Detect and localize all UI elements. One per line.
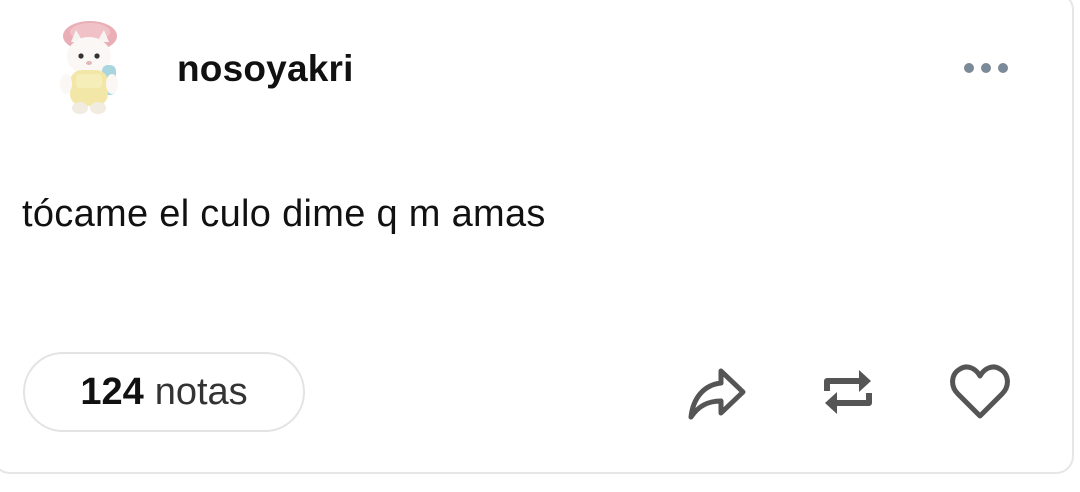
reblog-button[interactable] — [814, 358, 882, 426]
heart-icon — [950, 364, 1010, 419]
share-arrow-icon — [688, 368, 746, 420]
post-card: nosoyakri tócame el culo dime q m amas 1… — [0, 0, 1074, 474]
more-dots-icon — [964, 63, 1008, 73]
like-button[interactable] — [946, 358, 1014, 426]
cat-plush-icon — [60, 21, 118, 114]
avatar[interactable] — [56, 20, 122, 116]
more-options-button[interactable] — [954, 54, 1018, 82]
notes-button[interactable]: 124 notas — [23, 352, 305, 432]
username[interactable]: nosoyakri — [177, 48, 354, 90]
post-text: tócame el culo dime q m amas — [22, 193, 546, 235]
reblog-icon — [824, 370, 872, 414]
notes-count: 124 — [80, 370, 144, 413]
share-button[interactable] — [682, 358, 750, 426]
notes-label: notas — [154, 370, 248, 413]
